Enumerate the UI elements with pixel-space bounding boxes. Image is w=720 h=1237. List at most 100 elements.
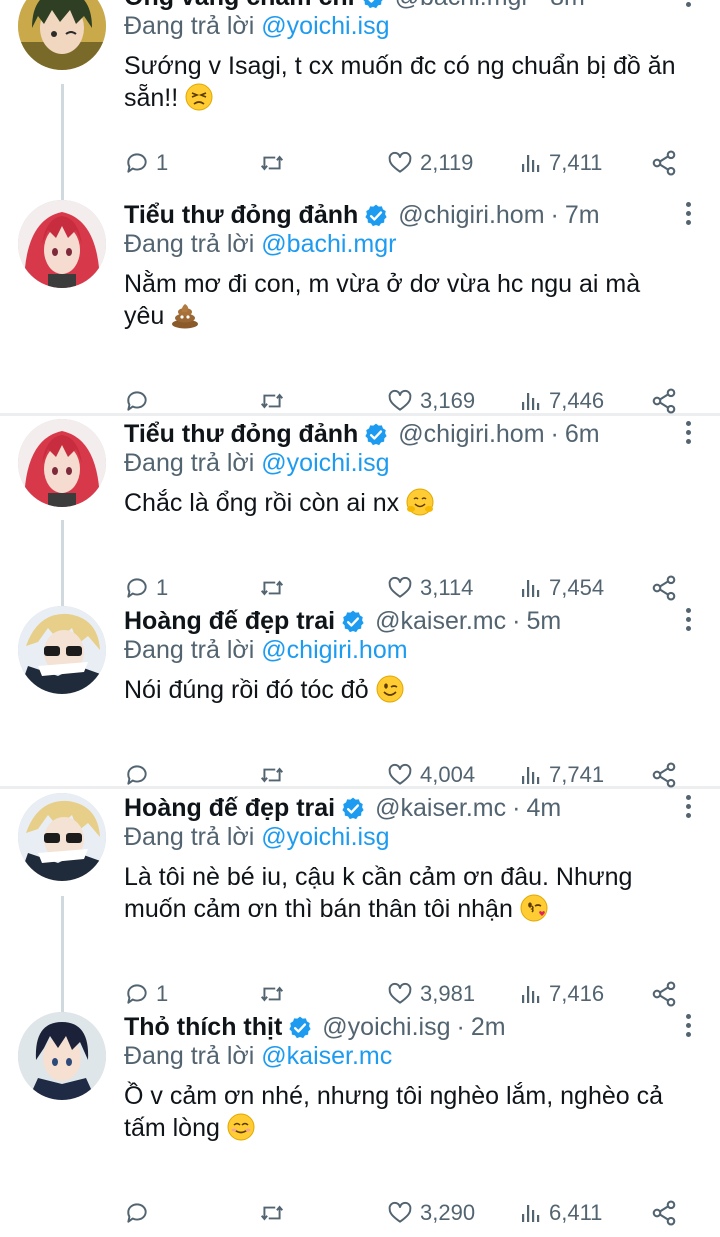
user-handle[interactable]: @yoichi.isg: [322, 1013, 450, 1042]
avatar[interactable]: [18, 419, 106, 507]
timestamp[interactable]: 7m: [565, 201, 600, 230]
user-handle[interactable]: @bachi.mgr: [395, 0, 530, 12]
reply-mention-link[interactable]: @bachi.mgr: [261, 230, 396, 258]
share-button[interactable]: [650, 759, 678, 791]
view-count: 7,416: [549, 981, 605, 1006]
retweet-button[interactable]: [258, 759, 286, 791]
like-button[interactable]: 4,004: [386, 759, 475, 791]
user-handle[interactable]: @chigiri.hom: [398, 201, 544, 230]
more-options-icon[interactable]: [684, 0, 692, 12]
views-button[interactable]: 6,411: [519, 1197, 602, 1229]
avatar[interactable]: [18, 606, 106, 694]
like-button[interactable]: 3,114: [386, 572, 473, 604]
reply-mention-link[interactable]: @yoichi.isg: [261, 12, 389, 40]
retweet-button[interactable]: [258, 978, 286, 1010]
like-count: 3,169: [420, 388, 476, 413]
display-name[interactable]: Tiểu thư đỏng đảnh: [124, 420, 358, 449]
user-handle[interactable]: @kaiser.mc: [375, 607, 506, 636]
like-button[interactable]: 3,981: [386, 978, 475, 1010]
reply-mention-link[interactable]: @yoichi.isg: [261, 823, 389, 851]
reply-button[interactable]: 1: [124, 147, 168, 179]
tweet[interactable]: Hoàng đế đẹp trai @kaiser.mc · 5m Đang trả l…: [0, 604, 720, 799]
views-button[interactable]: 7,411: [519, 147, 602, 179]
timestamp[interactable]: 6m: [565, 420, 600, 449]
tweet-actions: 3,169 7,446: [124, 385, 680, 417]
share-button[interactable]: [650, 978, 678, 1010]
retweet-button[interactable]: [258, 572, 286, 604]
avatar[interactable]: [18, 200, 106, 288]
replying-to-label: Đang trả lời: [124, 12, 255, 40]
separator-dot: ·: [512, 606, 521, 635]
replying-to: Đang trả lời @chigiri.hom: [124, 636, 408, 665]
tweet-text-content: Chắc là ổng rồi còn ai nx: [124, 489, 400, 517]
tweet-header: Hoàng đế đẹp trai @kaiser.mc · 5m: [124, 604, 670, 638]
replying-to: Đang trả lời @bachi.mgr: [124, 230, 396, 259]
retweet-button[interactable]: [258, 385, 286, 417]
reply-button[interactable]: [124, 759, 156, 791]
display-name[interactable]: Ông vàng chăm chỉ: [124, 0, 355, 12]
timestamp[interactable]: 2m: [471, 1013, 506, 1042]
avatar[interactable]: [18, 793, 106, 881]
views-button[interactable]: 7,454: [519, 572, 604, 604]
timestamp[interactable]: 4m: [526, 794, 561, 823]
more-options-icon[interactable]: [684, 795, 692, 823]
like-count: 4,004: [420, 762, 476, 787]
retweet-icon: [258, 388, 286, 414]
replying-to-label: Đang trả lời: [124, 823, 255, 851]
reply-mention-link[interactable]: @chigiri.hom: [261, 636, 407, 664]
tweet[interactable]: Ông vàng chăm chỉ @bachi.mgr · 8m Đang trả l…: [0, 0, 720, 187]
verified-badge-icon: [335, 607, 366, 636]
reply-button[interactable]: 1: [124, 572, 168, 604]
reply-button[interactable]: [124, 1197, 156, 1229]
share-button[interactable]: [650, 147, 678, 179]
view-count: 7,741: [549, 762, 605, 787]
like-button[interactable]: 3,169: [386, 385, 475, 417]
more-options-icon[interactable]: [684, 1014, 692, 1042]
separator-dot: ·: [456, 1012, 465, 1041]
user-handle[interactable]: @chigiri.hom: [398, 420, 544, 449]
share-button[interactable]: [650, 1197, 678, 1229]
display-name[interactable]: Thỏ thích thịt: [124, 1013, 282, 1042]
share-button[interactable]: [650, 572, 678, 604]
more-options-icon[interactable]: [684, 421, 692, 449]
tweet[interactable]: Hoàng đế đẹp trai @kaiser.mc · 4m Đang trả l…: [0, 791, 720, 1018]
heart-icon: [386, 981, 414, 1007]
tweet[interactable]: Thỏ thích thịt @yoichi.isg · 2m Đang trả lời…: [0, 1010, 720, 1237]
share-button[interactable]: [650, 385, 678, 417]
more-options-icon[interactable]: [684, 608, 692, 636]
share-icon: [650, 1199, 678, 1227]
more-options-icon[interactable]: [684, 202, 692, 230]
share-icon: [650, 574, 678, 602]
views-button[interactable]: 7,416: [519, 978, 604, 1010]
replying-to: Đang trả lời @yoichi.isg: [124, 449, 390, 478]
replying-to-label: Đang trả lời: [124, 449, 255, 477]
views-button[interactable]: 7,446: [519, 385, 604, 417]
tweet[interactable]: Tiểu thư đỏng đảnh @chigiri.hom · 6m Đang tr…: [0, 417, 720, 612]
timestamp[interactable]: 5m: [526, 607, 561, 636]
reply-mention-link[interactable]: @yoichi.isg: [261, 449, 389, 477]
tweet-text-content: Nằm mơ đi con, m vừa ở dơ vừa hc ngu ai …: [124, 270, 641, 330]
display-name[interactable]: Hoàng đế đẹp trai: [124, 607, 335, 636]
retweet-button[interactable]: [258, 1197, 286, 1229]
replying-to: Đang trả lời @yoichi.isg: [124, 12, 390, 41]
separator-dot: ·: [536, 0, 544, 12]
reply-button[interactable]: 1: [124, 978, 168, 1010]
tweet-text: Sướng v Isagi, t cx muốn đc có ng chuẩn …: [124, 50, 684, 114]
reply-button[interactable]: [124, 385, 156, 417]
replying-to-label: Đang trả lời: [124, 230, 255, 258]
display-name[interactable]: Tiểu thư đỏng đảnh: [124, 201, 358, 230]
retweet-button[interactable]: [258, 147, 286, 179]
like-button[interactable]: 3,290: [386, 1197, 475, 1229]
heart-icon: [386, 1200, 414, 1226]
reply-mention-link[interactable]: @kaiser.mc: [261, 1042, 392, 1070]
views-button[interactable]: 7,741: [519, 759, 604, 791]
reply-count: 1: [156, 981, 169, 1006]
display-name[interactable]: Hoàng đế đẹp trai: [124, 794, 335, 823]
avatar[interactable]: [18, 1012, 106, 1100]
tweet[interactable]: Tiểu thư đỏng đảnh @chigiri.hom · 7m Đang tr…: [0, 198, 720, 425]
user-handle[interactable]: @kaiser.mc: [375, 794, 506, 823]
timestamp[interactable]: 8m: [550, 0, 585, 12]
like-button[interactable]: 2,119: [386, 147, 473, 179]
replying-to: Đang trả lời @kaiser.mc: [124, 1042, 392, 1071]
avatar[interactable]: [18, 0, 106, 70]
